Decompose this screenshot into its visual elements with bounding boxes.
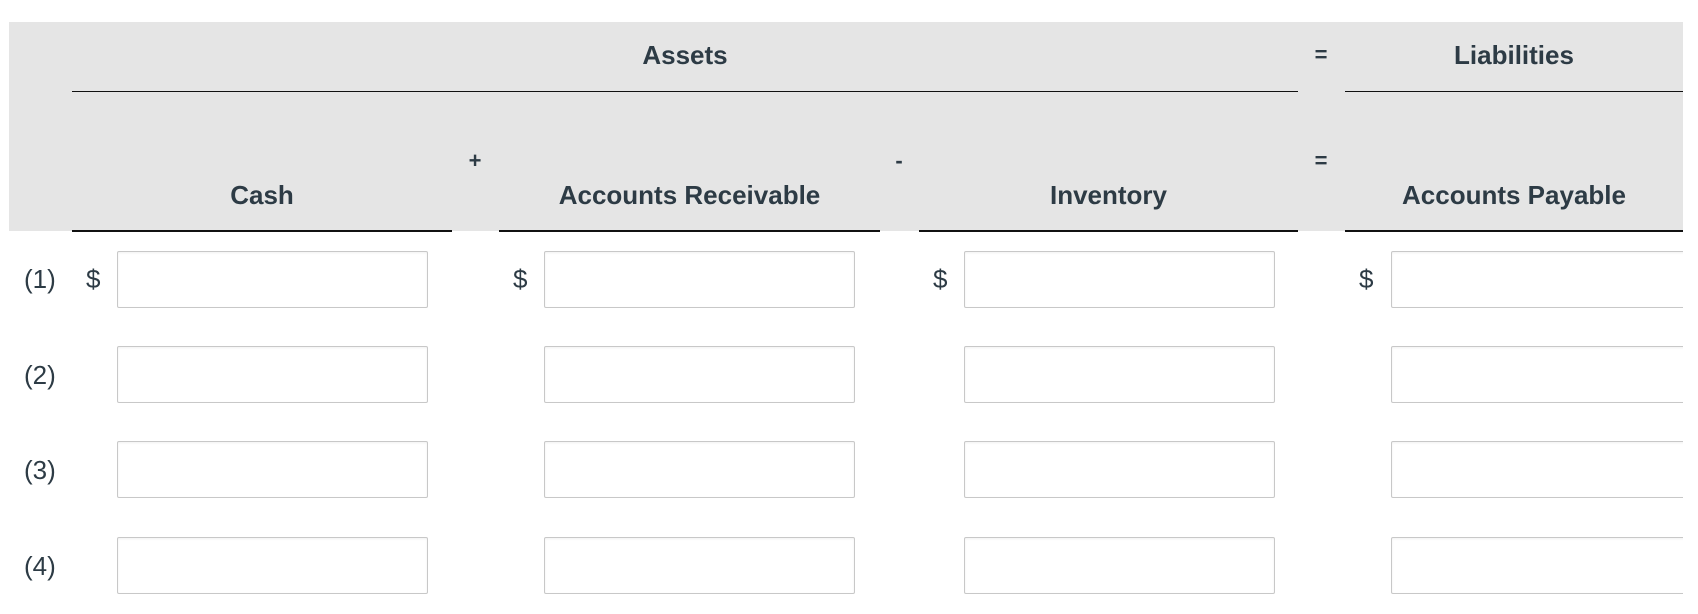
row-4-accounts-payable-input[interactable] <box>1391 537 1698 594</box>
row-3-cash-input[interactable] <box>117 441 428 498</box>
assets-group-title: Assets <box>642 40 728 70</box>
row-1-inventory-input[interactable] <box>964 251 1275 308</box>
header-gap <box>452 231 499 233</box>
currency-symbol-cash: $ <box>86 264 101 294</box>
liabilities-group-title: Liabilities <box>1454 40 1574 70</box>
row-2-cash-input[interactable] <box>117 346 428 403</box>
row-4-cash-input[interactable] <box>117 537 428 594</box>
currency-symbol-inventory: $ <box>933 264 948 294</box>
column-underline-accounts-receivable <box>499 230 880 232</box>
column-underline-cash <box>72 230 452 232</box>
currency-symbol-accounts-payable: $ <box>1359 264 1374 294</box>
column-underline-accounts-payable <box>1345 230 1683 232</box>
equals-operator-top: = <box>1314 42 1328 67</box>
row-2-inventory-input[interactable] <box>964 346 1275 403</box>
row-label-4: (4) <box>24 551 56 581</box>
row-label-2: (2) <box>24 360 56 390</box>
row-1-accounts-receivable-input[interactable] <box>544 251 855 308</box>
row-1-cash-input[interactable] <box>117 251 428 308</box>
minus-operator: - <box>895 148 903 173</box>
currency-symbol-accounts-receivable: $ <box>513 264 528 294</box>
row-label-1: (1) <box>24 264 56 294</box>
row-3-accounts-payable-input[interactable] <box>1391 441 1698 498</box>
row-4-accounts-receivable-input[interactable] <box>544 537 855 594</box>
column-header-inventory: Inventory <box>1049 180 1168 210</box>
right-clip <box>1683 0 1698 614</box>
assets-group-underline <box>72 91 1298 92</box>
liabilities-group-underline <box>1345 91 1683 92</box>
row-4-inventory-input[interactable] <box>964 537 1275 594</box>
row-1-accounts-payable-input[interactable] <box>1391 251 1698 308</box>
column-header-cash: Cash <box>230 180 294 210</box>
equals-operator: = <box>1314 148 1328 173</box>
row-label-3: (3) <box>24 455 56 485</box>
column-header-accounts-payable: Accounts Payable <box>1402 180 1626 210</box>
row-2-accounts-receivable-input[interactable] <box>544 346 855 403</box>
plus-operator: + <box>468 148 482 173</box>
column-header-accounts-receivable: Accounts Receivable <box>558 180 821 210</box>
row-3-inventory-input[interactable] <box>964 441 1275 498</box>
row-3-accounts-receivable-input[interactable] <box>544 441 855 498</box>
column-underline-inventory <box>919 230 1298 232</box>
row-2-accounts-payable-input[interactable] <box>1391 346 1698 403</box>
